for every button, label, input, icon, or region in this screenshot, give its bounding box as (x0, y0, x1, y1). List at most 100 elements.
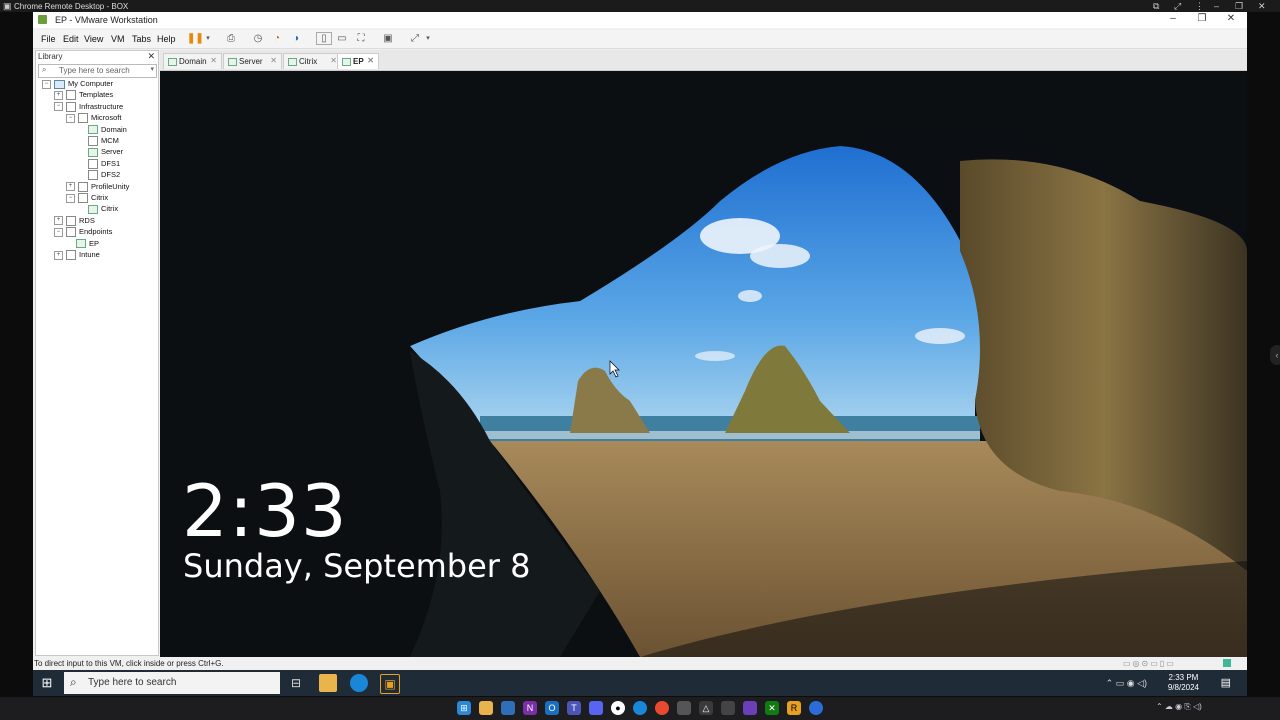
restore-icon[interactable]: ❐ (1235, 1, 1243, 12)
library-tree-item[interactable]: DFS2 (78, 170, 120, 181)
library-tree-item[interactable]: DFS1 (78, 159, 120, 170)
expand-toggle-icon[interactable]: + (66, 182, 75, 192)
library-tree-item[interactable]: Citrix (78, 204, 118, 215)
library-tree-item[interactable]: EP (66, 239, 99, 250)
library-tree-item[interactable]: Domain (78, 125, 127, 136)
file-explorer-icon[interactable] (319, 674, 337, 692)
edge-icon[interactable] (350, 674, 368, 692)
obs-icon[interactable]: ● (611, 701, 625, 715)
calculator-icon[interactable] (721, 701, 735, 715)
library-header: Library ✕ (36, 51, 158, 63)
minimize-icon[interactable]: – (1214, 1, 1219, 11)
expand-toggle-icon[interactable]: + (54, 90, 63, 100)
expand-toggle-icon[interactable]: − (54, 227, 63, 237)
remote-desktop-side-panel-handle[interactable]: ‹ (1270, 345, 1280, 365)
menu-edit[interactable]: Edit (63, 34, 79, 44)
host-tray-icons[interactable]: ⌃ ☁ ◉ ⎘ ◁) (1156, 702, 1202, 712)
stretch-dropdown-icon[interactable]: ▾ (421, 32, 435, 46)
tab-citrix[interactable]: Citrix ✕ (283, 53, 342, 69)
show-library-icon[interactable]: ▯ (316, 32, 332, 45)
snapshot-icon[interactable]: ◷ (251, 32, 265, 46)
menu-bar: File Edit View VM Tabs Help ❚❚ ▾ ⎙ ◷ ◔ ◑… (33, 30, 1247, 49)
dropdown-arrow-icon[interactable]: ▾ (201, 32, 215, 46)
expand-toggle-icon[interactable]: + (54, 250, 63, 260)
r-app-icon[interactable]: R (787, 701, 801, 715)
edge-icon[interactable] (633, 701, 647, 715)
task-view-icon[interactable]: ⊟ (287, 674, 305, 692)
library-tree-item[interactable]: − Endpoints (54, 227, 112, 238)
windows-start-icon[interactable]: ⊞ (39, 675, 55, 691)
thumbnail-bar-icon[interactable]: ▭ (335, 32, 349, 46)
notifications-icon[interactable]: ▤ (1221, 676, 1231, 689)
outlook-icon[interactable]: O (545, 701, 559, 715)
notepad-icon[interactable] (501, 701, 515, 715)
library-tree-item[interactable]: + RDS (54, 216, 95, 227)
expand-toggle-icon[interactable]: − (42, 79, 51, 89)
menu-file[interactable]: File (41, 34, 56, 44)
library-search-input[interactable]: ⌕ Type here to search ▾ (38, 64, 157, 78)
close-icon[interactable]: ✕ (1258, 1, 1266, 12)
maximize-window-icon[interactable]: ❐ (1188, 13, 1216, 27)
menu-vm[interactable]: VM (111, 34, 125, 44)
library-tree-item[interactable]: + Templates (54, 90, 113, 101)
menu-tabs[interactable]: Tabs (132, 34, 151, 44)
close-tab-icon[interactable]: ✕ (330, 56, 337, 65)
remote-desktop-icon[interactable] (677, 701, 691, 715)
xbox-icon[interactable]: ✕ (765, 701, 779, 715)
close-library-icon[interactable]: ✕ (147, 51, 155, 62)
library-tree-item[interactable]: − Citrix (66, 193, 108, 204)
teams-icon[interactable]: T (567, 701, 581, 715)
fullscreen-icon[interactable]: ⤢ (1174, 1, 1181, 12)
guest-search-box[interactable]: ⌕ Type here to search (64, 672, 280, 694)
app-icon[interactable] (809, 701, 823, 715)
library-tree-item[interactable]: + ProfileUnity (66, 182, 129, 193)
tab-server[interactable]: Server ✕ (223, 53, 282, 69)
stretch-guest-icon[interactable]: ⤢ (408, 32, 422, 46)
more-options-icon[interactable]: ⋮ (1195, 1, 1204, 12)
vm-console[interactable]: 2:33 Sunday, September 8 (160, 71, 1247, 657)
close-tab-icon[interactable]: ✕ (210, 56, 217, 65)
vm-app-icon[interactable] (743, 701, 757, 715)
send-ctrl-alt-del-icon[interactable]: ⎙ (224, 32, 238, 46)
expand-toggle-icon[interactable]: − (54, 102, 63, 112)
chrome-icon[interactable] (655, 701, 669, 715)
console-view-icon[interactable]: ▣ (381, 32, 395, 46)
library-tree-item[interactable]: − Infrastructure (54, 102, 123, 113)
device-status-icons[interactable]: ▭◎⊙▭▯▭ (1123, 659, 1176, 668)
system-tray-icons[interactable]: ⌃ ▭ ◉ ◁) (1106, 678, 1147, 689)
library-tree-item[interactable]: + Intune (54, 250, 100, 261)
extension-icon[interactable]: ⧉ (1153, 1, 1159, 12)
close-tab-icon[interactable]: ✕ (367, 56, 374, 65)
library-tree-item[interactable]: − Microsoft (66, 113, 121, 124)
message-log-icon[interactable] (1223, 659, 1231, 667)
vmware-tools-icon[interactable]: ▣ (380, 674, 400, 694)
expand-toggle-icon[interactable]: − (66, 113, 75, 123)
library-tree-item[interactable]: Server (78, 147, 123, 158)
close-window-icon[interactable]: ✕ (1217, 13, 1245, 27)
snipping-tool-icon[interactable]: △ (699, 701, 713, 715)
search-dropdown-icon[interactable]: ▾ (150, 65, 154, 73)
menu-help[interactable]: Help (157, 34, 176, 44)
close-tab-icon[interactable]: ✕ (270, 56, 277, 65)
menu-view[interactable]: View (84, 34, 103, 44)
revert-snapshot-icon[interactable]: ◔ (270, 32, 284, 46)
tab-ep[interactable]: EP ✕ (337, 53, 379, 69)
tab-domain[interactable]: Domain ✕ (163, 53, 222, 69)
full-screen-icon[interactable]: ⛶ (354, 32, 368, 46)
file-explorer-icon[interactable] (479, 701, 493, 715)
discord-icon[interactable] (589, 701, 603, 715)
library-tree-item[interactable]: − My Computer (42, 79, 113, 90)
expand-toggle-icon[interactable]: + (54, 216, 63, 226)
snapshot-manager-icon[interactable]: ◑ (289, 32, 303, 46)
library-tree-item[interactable]: MCM (78, 136, 119, 147)
minimize-window-icon[interactable]: – (1159, 13, 1187, 27)
windows-start-icon[interactable]: ⊞ (457, 701, 471, 715)
folder-icon (66, 101, 76, 112)
expand-toggle-icon[interactable]: − (66, 193, 75, 203)
pause-icon[interactable]: ❚❚ (187, 32, 204, 46)
computer-icon (54, 79, 65, 89)
tree-item-label: Server (101, 147, 124, 157)
guest-clock[interactable]: 2:33 PM 9/8/2024 (1168, 673, 1199, 693)
onenote-icon[interactable]: N (523, 701, 537, 715)
